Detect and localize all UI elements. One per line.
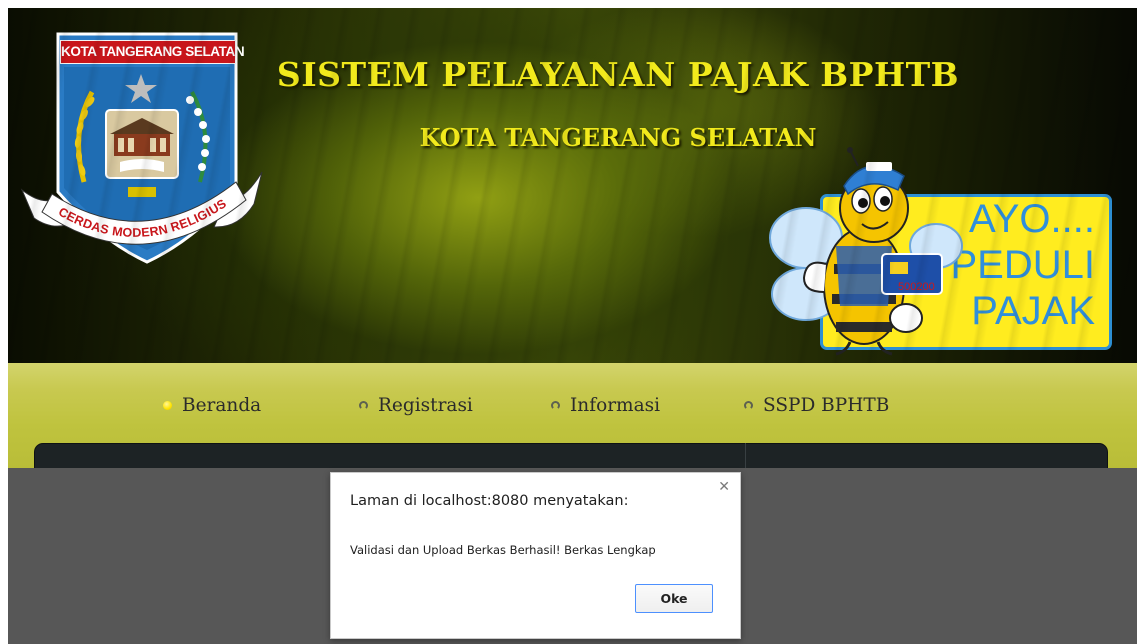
nav-item-informasi[interactable]: Informasi [551,393,660,417]
close-icon[interactable]: ✕ [718,479,730,495]
poster-line: PEDULI [950,243,1096,287]
poster-line: AYO.... [969,197,1095,241]
nav-item-beranda[interactable]: Beranda [163,393,261,417]
nav-label: Registrasi [378,394,473,416]
nav-bullet-icon [744,400,753,410]
nav-item-registrasi[interactable]: Registrasi [359,393,473,417]
ok-button[interactable]: Oke [635,584,713,613]
nav-label: SSPD BPHTB [763,394,890,416]
dialog-title: Laman di localhost:8080 menyatakan: [350,493,629,509]
nav-bullet-icon [551,400,560,410]
nav-label: Informasi [570,394,661,416]
site-header-banner: CERDAS MODERN RELIGIUS KOTA TANGERANG SE… [8,8,1137,363]
content-panel-divider [745,443,746,468]
emblem-banner-text: KOTA TANGERANG SELATAN [60,40,245,64]
tax-awareness-poster: AYO.... PEDULI PAJAK 500200 [766,146,1112,358]
site-title: SISTEM PELAYANAN PAJAK BPHTB [276,55,960,94]
dialog-message: Validasi dan Upload Berkas Berhasil! Ber… [350,543,656,557]
nav-bullet-icon [359,400,368,410]
nav-item-sspd-bphtb[interactable]: SSPD BPHTB [744,393,889,417]
alert-dialog: Laman di localhost:8080 menyatakan: ✕ Va… [330,472,741,639]
city-emblem-logo: CERDAS MODERN RELIGIUS KOTA TANGERANG SE… [14,22,266,267]
nav-label: Beranda [182,394,262,416]
nav-bullet-icon [163,400,172,410]
poster-line: PAJAK [971,289,1095,333]
poster-card-number: 500200 [898,281,935,293]
bee-mascot-icon: 500200 [769,147,963,356]
